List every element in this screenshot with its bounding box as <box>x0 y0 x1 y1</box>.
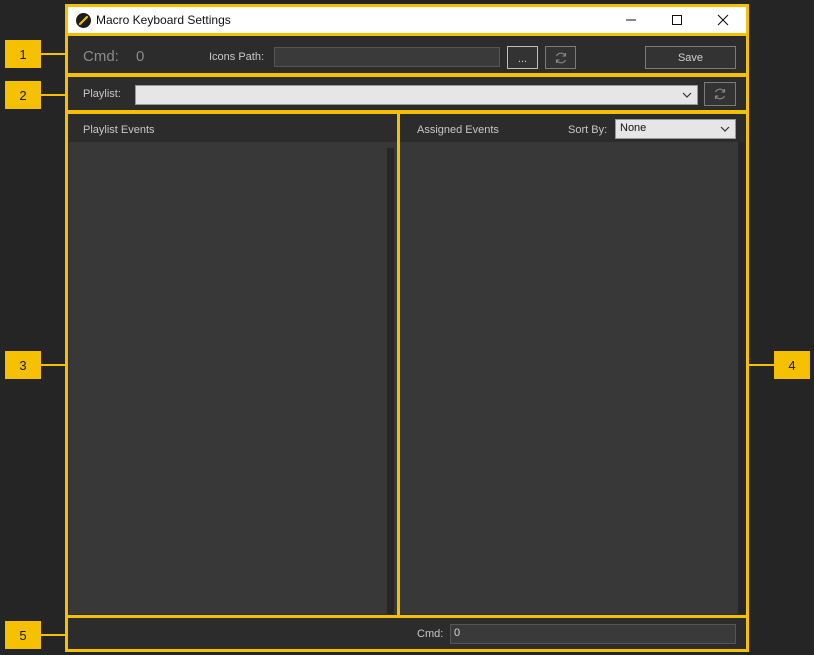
highlight-section-2 <box>65 74 749 113</box>
highlight-title-bar <box>65 4 749 36</box>
callout-3-leader <box>41 364 66 366</box>
callout-2-leader <box>41 94 66 96</box>
highlight-section-3 <box>65 111 400 618</box>
callout-3: 3 <box>5 351 41 379</box>
callout-4-leader <box>748 364 774 366</box>
highlight-section-5 <box>65 615 749 652</box>
callout-5: 5 <box>5 621 41 649</box>
callout-5-leader <box>41 634 66 636</box>
callout-4: 4 <box>774 351 810 379</box>
highlight-section-1 <box>65 33 749 76</box>
callout-1: 1 <box>5 40 41 68</box>
highlight-section-4 <box>397 111 749 618</box>
callout-2: 2 <box>5 81 41 109</box>
callout-1-leader <box>41 53 66 55</box>
